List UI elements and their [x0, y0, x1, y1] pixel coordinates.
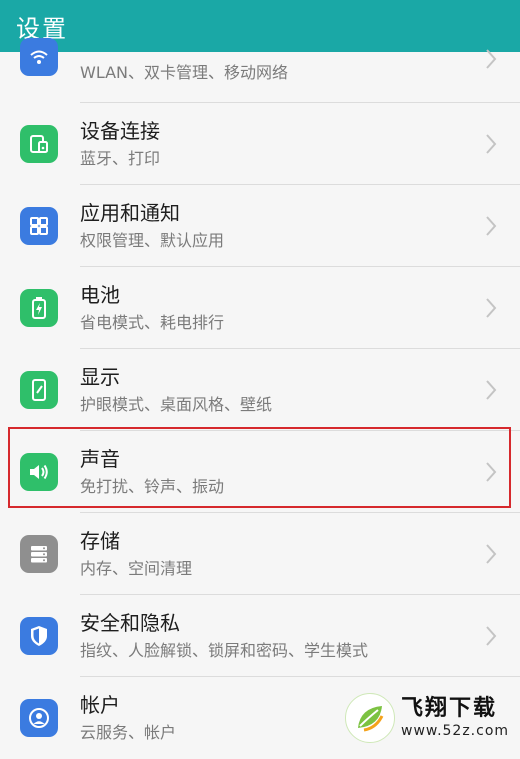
display-icon — [20, 371, 58, 409]
settings-item-storage[interactable]: 存储 内存、空间清理 — [0, 513, 520, 595]
settings-item-subtitle: 蓝牙、打印 — [80, 149, 161, 168]
speaker-icon — [20, 453, 58, 491]
settings-item-title: 安全和隐私 — [80, 611, 180, 635]
settings-item-subtitle: 省电模式、耗电排行 — [80, 313, 225, 332]
chevron-right-icon — [484, 541, 498, 567]
settings-item-device-connection[interactable]: 设备连接 蓝牙、打印 — [0, 103, 520, 185]
settings-item-title: 电池 — [80, 283, 120, 307]
wifi-icon — [20, 38, 58, 76]
chevron-right-icon — [484, 377, 498, 403]
chevron-right-icon — [484, 213, 498, 239]
settings-item-subtitle: 指纹、人脸解锁、锁屏和密码、学生模式 — [80, 641, 369, 660]
account-icon — [20, 699, 58, 737]
settings-item-apps-notifications[interactable]: 应用和通知 权限管理、默认应用 — [0, 185, 520, 267]
chevron-right-icon — [484, 46, 498, 72]
leaf-logo-icon — [345, 693, 395, 743]
shield-icon — [20, 617, 58, 655]
title-bar: 设置 — [0, 0, 520, 52]
settings-item-subtitle: 护眼模式、桌面风格、壁纸 — [80, 395, 273, 414]
settings-item-title: 声音 — [80, 447, 120, 471]
watermark-url: www.52z.com — [401, 723, 510, 739]
settings-item-sound[interactable]: 声音 免打扰、铃声、振动 — [0, 431, 520, 513]
settings-item-title: 设备连接 — [80, 119, 160, 143]
chevron-right-icon — [484, 623, 498, 649]
settings-item-subtitle: WLAN、双卡管理、移动网络 — [80, 63, 289, 82]
battery-icon — [20, 289, 58, 327]
settings-item-security-privacy[interactable]: 安全和隐私 指纹、人脸解锁、锁屏和密码、学生模式 — [0, 595, 520, 677]
watermark: 飞翔下载 www.52z.com — [345, 690, 517, 746]
device-connection-icon — [20, 125, 58, 163]
settings-item-title: 存储 — [80, 529, 120, 553]
chevron-right-icon — [484, 131, 498, 157]
watermark-name: 飞翔下载 — [401, 696, 498, 721]
settings-item-wireless[interactable]: WLAN、双卡管理、移动网络 — [0, 38, 520, 103]
settings-item-subtitle: 免打扰、铃声、振动 — [80, 477, 225, 496]
apps-grid-icon — [20, 207, 58, 245]
chevron-right-icon — [484, 459, 498, 485]
settings-item-battery[interactable]: 电池 省电模式、耗电排行 — [0, 267, 520, 349]
settings-item-subtitle: 权限管理、默认应用 — [80, 231, 225, 250]
storage-icon — [20, 535, 58, 573]
settings-item-display[interactable]: 显示 护眼模式、桌面风格、壁纸 — [0, 349, 520, 431]
chevron-right-icon — [484, 295, 498, 321]
settings-list: WLAN、双卡管理、移动网络 设备连接 蓝牙、打印 应用和通知 权限管理、默认应… — [0, 38, 520, 759]
settings-item-title: 显示 — [80, 365, 120, 389]
settings-item-subtitle: 内存、空间清理 — [80, 559, 193, 578]
settings-item-title: 应用和通知 — [80, 201, 180, 225]
